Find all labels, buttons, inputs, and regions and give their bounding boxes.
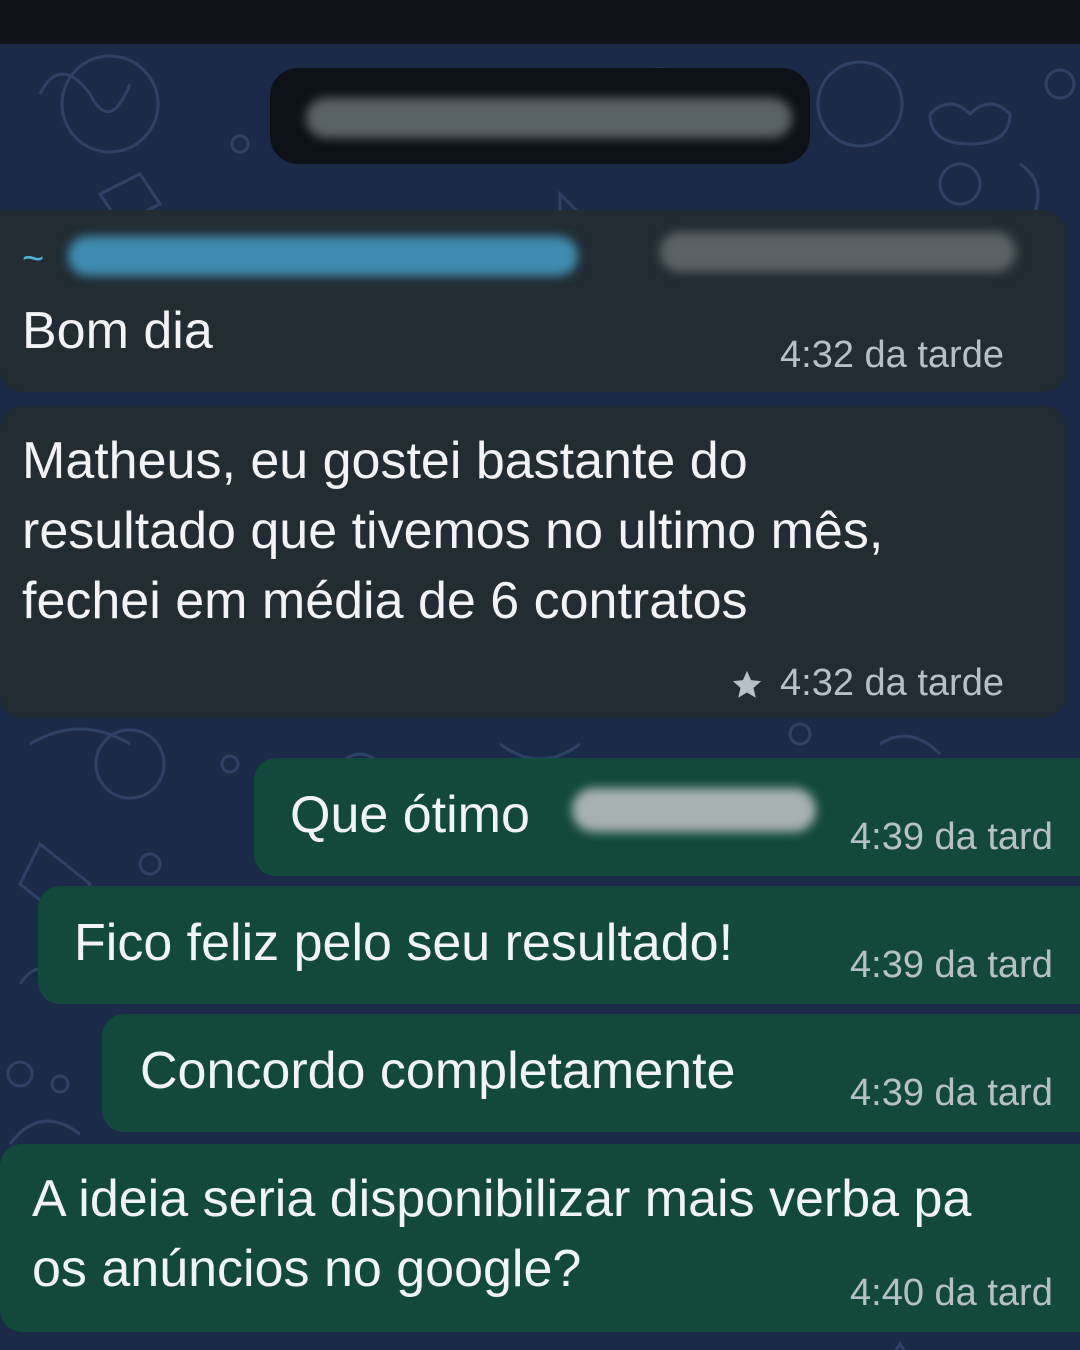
message-text-line: os anúncios no google? xyxy=(32,1240,582,1298)
star-icon xyxy=(732,670,762,698)
message-timestamp: 4:40 da tard xyxy=(850,1272,1053,1314)
message-timestamp: 4:32 da tarde xyxy=(780,662,1004,704)
redacted-sender-name[interactable] xyxy=(68,236,578,276)
message-text-line: fechei em média de 6 contratos xyxy=(22,572,748,630)
message-text: Fico feliz pelo seu resultado! xyxy=(74,914,734,972)
incoming-message-bubble[interactable]: Matheus, eu gostei bastante do resultado… xyxy=(0,406,1066,718)
sender-prefix: ~ xyxy=(22,238,45,280)
message-timestamp: 4:39 da tard xyxy=(850,816,1053,858)
redacted-recipient-name xyxy=(572,788,816,832)
group-title-pill[interactable] xyxy=(270,68,810,164)
redacted-group-name xyxy=(306,98,792,138)
message-text-line: resultado que tivemos no ultimo mês, xyxy=(22,502,884,560)
chat-screen: ~ Bom dia 4:32 da tarde Matheus, eu gost… xyxy=(0,0,1080,1350)
message-timestamp: 4:39 da tard xyxy=(850,944,1053,986)
message-timestamp: 4:39 da tard xyxy=(850,1072,1053,1114)
outgoing-message-bubble[interactable]: Que ótimo 4:39 da tard xyxy=(254,758,1080,876)
message-text: Concordo completamente xyxy=(140,1042,736,1100)
message-text: Que ótimo xyxy=(290,786,530,844)
top-status-strip xyxy=(0,0,1080,44)
incoming-message-bubble[interactable]: ~ Bom dia 4:32 da tarde xyxy=(0,210,1066,392)
message-text-line: Matheus, eu gostei bastante do xyxy=(22,432,748,490)
message-timestamp: 4:32 da tarde xyxy=(780,334,1004,376)
outgoing-message-bubble[interactable]: A ideia seria disponibilizar mais verba … xyxy=(0,1144,1080,1332)
message-text-line: A ideia seria disponibilizar mais verba … xyxy=(32,1170,972,1228)
redacted-sender-phone xyxy=(660,232,1016,272)
outgoing-message-bubble[interactable]: Fico feliz pelo seu resultado! 4:39 da t… xyxy=(38,886,1080,1004)
outgoing-message-bubble[interactable]: Concordo completamente 4:39 da tard xyxy=(102,1014,1080,1132)
message-text: Bom dia xyxy=(22,302,213,360)
